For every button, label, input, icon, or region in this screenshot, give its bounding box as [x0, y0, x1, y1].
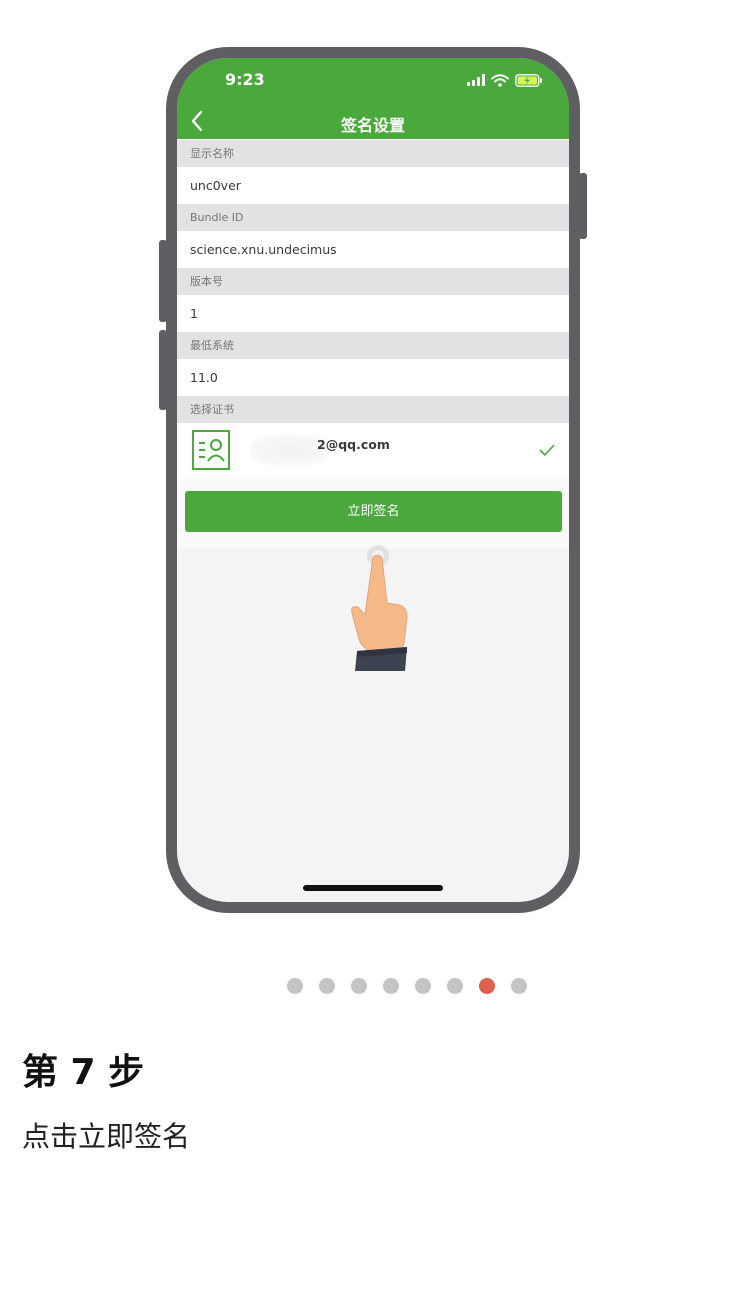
certificate-row[interactable]: 2@qq.com [177, 423, 569, 479]
page-title: 签名设置 [340, 116, 405, 135]
power-button [579, 173, 587, 239]
step-title: 第 7 步 [22, 1052, 145, 1093]
page-dot-7-active[interactable] [479, 978, 495, 994]
checkmark-icon [539, 444, 555, 457]
certificate-header: 选择证书 [177, 396, 569, 423]
step-description: 点击立即签名 [22, 1120, 191, 1153]
nav-bar: 签名设置 [177, 104, 569, 139]
version-header: 版本号 [177, 268, 569, 295]
min-os-field[interactable]: 11.0 [177, 359, 569, 396]
pagination-dots [287, 978, 527, 994]
bundle-id-header: Bundle ID [177, 204, 569, 231]
display-name-header: 显示名称 [177, 140, 569, 167]
status-bar: 9:23 [177, 58, 569, 104]
battery-icon [515, 73, 542, 87]
page-dot-8[interactable] [511, 978, 527, 994]
home-indicator [303, 885, 443, 891]
sign-now-button[interactable]: 立即签名 [185, 491, 562, 532]
sign-button-area: 立即签名 [177, 479, 569, 549]
status-icons [467, 72, 543, 88]
page-dot-6[interactable] [447, 978, 463, 994]
bundle-id-field[interactable]: science.xnu.undecimus [177, 231, 569, 268]
certificate-icon [192, 430, 230, 470]
certificate-email: 2@qq.com [317, 437, 390, 452]
sign-settings-form: 显示名称 unc0ver Bundle ID science.xnu.undec… [177, 140, 569, 549]
wifi-icon [491, 73, 509, 87]
page-dot-1[interactable] [287, 978, 303, 994]
phone-mockup: 9:23 签名设置 显示名称 unc0ver Bundle ID science… [166, 47, 580, 913]
display-name-field[interactable]: unc0ver [177, 167, 569, 204]
min-os-header: 最低系统 [177, 332, 569, 359]
page-dot-2[interactable] [319, 978, 335, 994]
version-field[interactable]: 1 [177, 295, 569, 332]
pointing-hand-icon [351, 545, 408, 671]
signal-icon [467, 74, 485, 86]
page-dot-3[interactable] [351, 978, 367, 994]
page-dot-4[interactable] [383, 978, 399, 994]
status-time: 9:23 [225, 70, 265, 89]
page-dot-5[interactable] [415, 978, 431, 994]
